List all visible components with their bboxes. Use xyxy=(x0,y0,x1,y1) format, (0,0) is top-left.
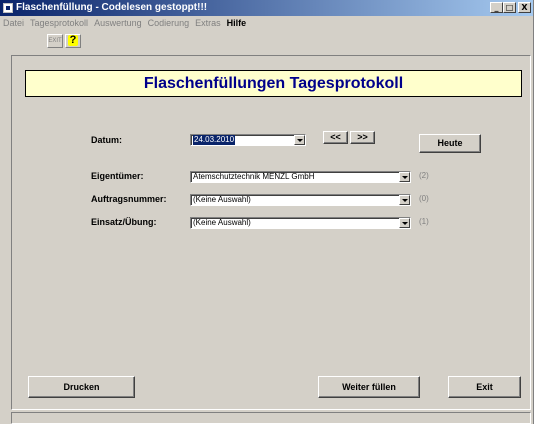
window-controls: _ □ X xyxy=(490,2,531,13)
chevron-down-icon[interactable] xyxy=(294,135,305,145)
einsatz-label: Einsatz/Übung: xyxy=(91,217,157,227)
minimize-button[interactable]: _ xyxy=(490,2,503,13)
page-title: Flaschenfüllungen Tagesprotokoll xyxy=(143,75,404,92)
exit-toolbar-button[interactable]: EXIT xyxy=(47,34,63,48)
menu-bar: Datei Tagesprotokoll Auswertung Codierun… xyxy=(0,18,249,30)
auftrag-value: (Keine Auswahl) xyxy=(193,195,251,204)
drucken-button[interactable]: Drucken xyxy=(28,376,135,398)
auftrag-select[interactable]: (Keine Auswahl) xyxy=(190,194,411,206)
title-bar[interactable]: Flaschenfüllung - Codelesen gestoppt!!! … xyxy=(0,0,533,16)
datum-value: 24.03.2010 xyxy=(193,135,236,145)
help-toolbar-button[interactable]: ? xyxy=(65,34,81,48)
exit-button[interactable]: Exit xyxy=(448,376,521,398)
header-banner: Flaschenfüllungen Tagesprotokoll xyxy=(25,70,522,97)
main-panel xyxy=(11,55,531,410)
auftrag-count: (0) xyxy=(419,194,429,203)
chevron-down-icon[interactable] xyxy=(399,218,410,228)
prev-date-button[interactable]: << xyxy=(323,131,348,144)
status-bar xyxy=(11,412,531,424)
menu-extras[interactable]: Extras xyxy=(192,18,224,30)
weiter-fuellen-button[interactable]: Weiter füllen xyxy=(318,376,420,398)
menu-datei[interactable]: Datei xyxy=(0,18,27,30)
chevron-down-icon[interactable] xyxy=(399,195,410,205)
help-icon: ? xyxy=(68,34,78,46)
eigentuemer-label: Eigentümer: xyxy=(91,171,144,181)
app-icon xyxy=(3,3,13,13)
menu-codierung[interactable]: Codierung xyxy=(145,18,193,30)
menu-hilfe[interactable]: Hilfe xyxy=(224,18,250,30)
auftrag-label: Auftragsnummer: xyxy=(91,194,167,204)
chevron-down-icon[interactable] xyxy=(399,172,410,182)
app-window: Flaschenfüllung - Codelesen gestoppt!!! … xyxy=(0,0,534,424)
einsatz-select[interactable]: (Keine Auswahl) xyxy=(190,217,411,229)
eigentuemer-select[interactable]: Atemschutztechnik MENZL GmbH xyxy=(190,171,411,183)
window-title: Flaschenfüllung - Codelesen gestoppt!!! xyxy=(16,2,208,13)
einsatz-count: (1) xyxy=(419,217,429,226)
eigentuemer-value: Atemschutztechnik MENZL GmbH xyxy=(193,172,315,181)
heute-button[interactable]: Heute xyxy=(419,134,481,153)
datum-label: Datum: xyxy=(91,135,122,145)
toolbar: EXIT ? xyxy=(0,31,533,51)
menu-auswertung[interactable]: Auswertung xyxy=(91,18,145,30)
einsatz-value: (Keine Auswahl) xyxy=(193,218,251,227)
eigentuemer-count: (2) xyxy=(419,171,429,180)
next-date-button[interactable]: >> xyxy=(350,131,375,144)
menu-tagesprotokoll[interactable]: Tagesprotokoll xyxy=(27,18,91,30)
maximize-button[interactable]: □ xyxy=(503,2,516,13)
close-button[interactable]: X xyxy=(518,2,531,13)
datum-select[interactable]: 24.03.2010 xyxy=(190,134,306,146)
